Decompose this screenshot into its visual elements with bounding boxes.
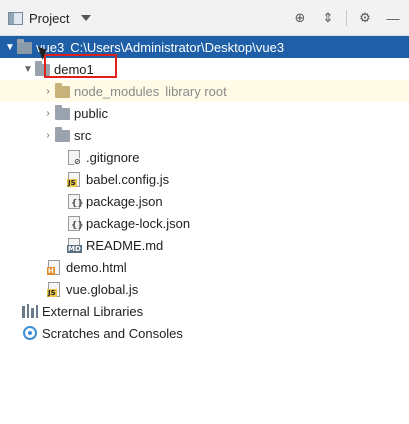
folder-icon — [16, 39, 32, 55]
folder-icon — [54, 83, 70, 99]
library-icon — [22, 303, 38, 319]
markdown-file-icon: MD — [66, 237, 82, 253]
tree-item-gitignore[interactable]: ⊘ .gitignore — [0, 146, 409, 168]
tree-item-path: C:\Users\Administrator\Desktop\vue3 — [70, 39, 285, 55]
folder-icon — [54, 127, 70, 143]
crosshair-icon[interactable]: ⊕ — [290, 8, 310, 28]
js-file-icon: JS — [46, 281, 62, 297]
js-file-icon: JS — [66, 171, 82, 187]
chevron-right-icon[interactable]: › — [42, 102, 54, 124]
tree-item-readme[interactable]: MD README.md — [0, 234, 409, 256]
tree-item-label: package-lock.json — [86, 215, 191, 231]
minimize-icon[interactable]: — — [383, 8, 403, 28]
project-toolbar: Project ⊕ ⇕ ⚙ — — [0, 0, 409, 36]
chevron-right-icon[interactable]: › — [42, 80, 54, 102]
json-file-icon: {} — [66, 193, 84, 209]
html-file-icon: H — [46, 259, 62, 275]
tree-item-external-libraries[interactable]: External Libraries — [0, 300, 409, 322]
folder-icon — [54, 105, 70, 121]
project-view-selector[interactable]: Project — [8, 9, 92, 27]
tree-item-label: README.md — [86, 237, 164, 253]
gear-icon[interactable]: ⚙ — [355, 8, 375, 28]
project-icon — [8, 11, 23, 25]
toolbar-actions: ⊕ ⇕ ⚙ — — [290, 8, 403, 28]
tree-item-label: public — [74, 105, 108, 121]
tree-item-src[interactable]: › src — [0, 124, 409, 146]
tree-item-public[interactable]: › public — [0, 102, 409, 124]
tree-item-demo-html[interactable]: H demo.html — [0, 256, 409, 278]
collapse-all-icon[interactable]: ⇕ — [318, 8, 338, 28]
tree-item-vue3-root[interactable]: ▼ vue3 C:\Users\Administrator\Desktop\vu… — [0, 36, 409, 58]
tree-item-label: demo1 — [54, 61, 94, 77]
chevron-down-icon[interactable] — [81, 15, 92, 21]
json-file-icon: {} — [66, 215, 84, 231]
tree-item-babel-config[interactable]: JS babel.config.js — [0, 168, 409, 190]
folder-icon — [34, 61, 50, 77]
gitignore-file-icon: ⊘ — [66, 149, 82, 166]
chevron-down-icon[interactable]: ▼ — [4, 36, 16, 58]
tree-item-package-lock[interactable]: {} package-lock.json — [0, 212, 409, 234]
tree-item-label: src — [74, 127, 92, 143]
tree-item-label: .gitignore — [86, 149, 140, 165]
tree-item-label: babel.config.js — [86, 171, 170, 187]
tree-item-label: demo.html — [66, 259, 127, 275]
tree-item-scratches[interactable]: Scratches and Consoles — [0, 322, 409, 344]
tree-item-label: package.json — [86, 193, 163, 209]
chevron-right-icon[interactable]: › — [42, 124, 54, 146]
tree-item-label: node_modules — [74, 83, 160, 99]
tree-item-vue-global[interactable]: JS vue.global.js — [0, 278, 409, 300]
library-root-tag: library root — [165, 83, 227, 99]
project-view-title: Project — [29, 10, 70, 26]
tree-item-package-json[interactable]: {} package.json — [0, 190, 409, 212]
tree-item-label: vue.global.js — [66, 281, 139, 297]
tree-item-demo1[interactable]: ▼ demo1 — [0, 58, 409, 80]
tree-item-node-modules[interactable]: › node_modules library root — [0, 80, 409, 102]
chevron-down-icon[interactable]: ▼ — [22, 58, 34, 80]
tree-item-label: External Libraries — [42, 303, 144, 319]
scratches-icon — [22, 325, 38, 341]
tree-item-label: Scratches and Consoles — [42, 325, 183, 341]
toolbar-divider — [346, 10, 347, 26]
